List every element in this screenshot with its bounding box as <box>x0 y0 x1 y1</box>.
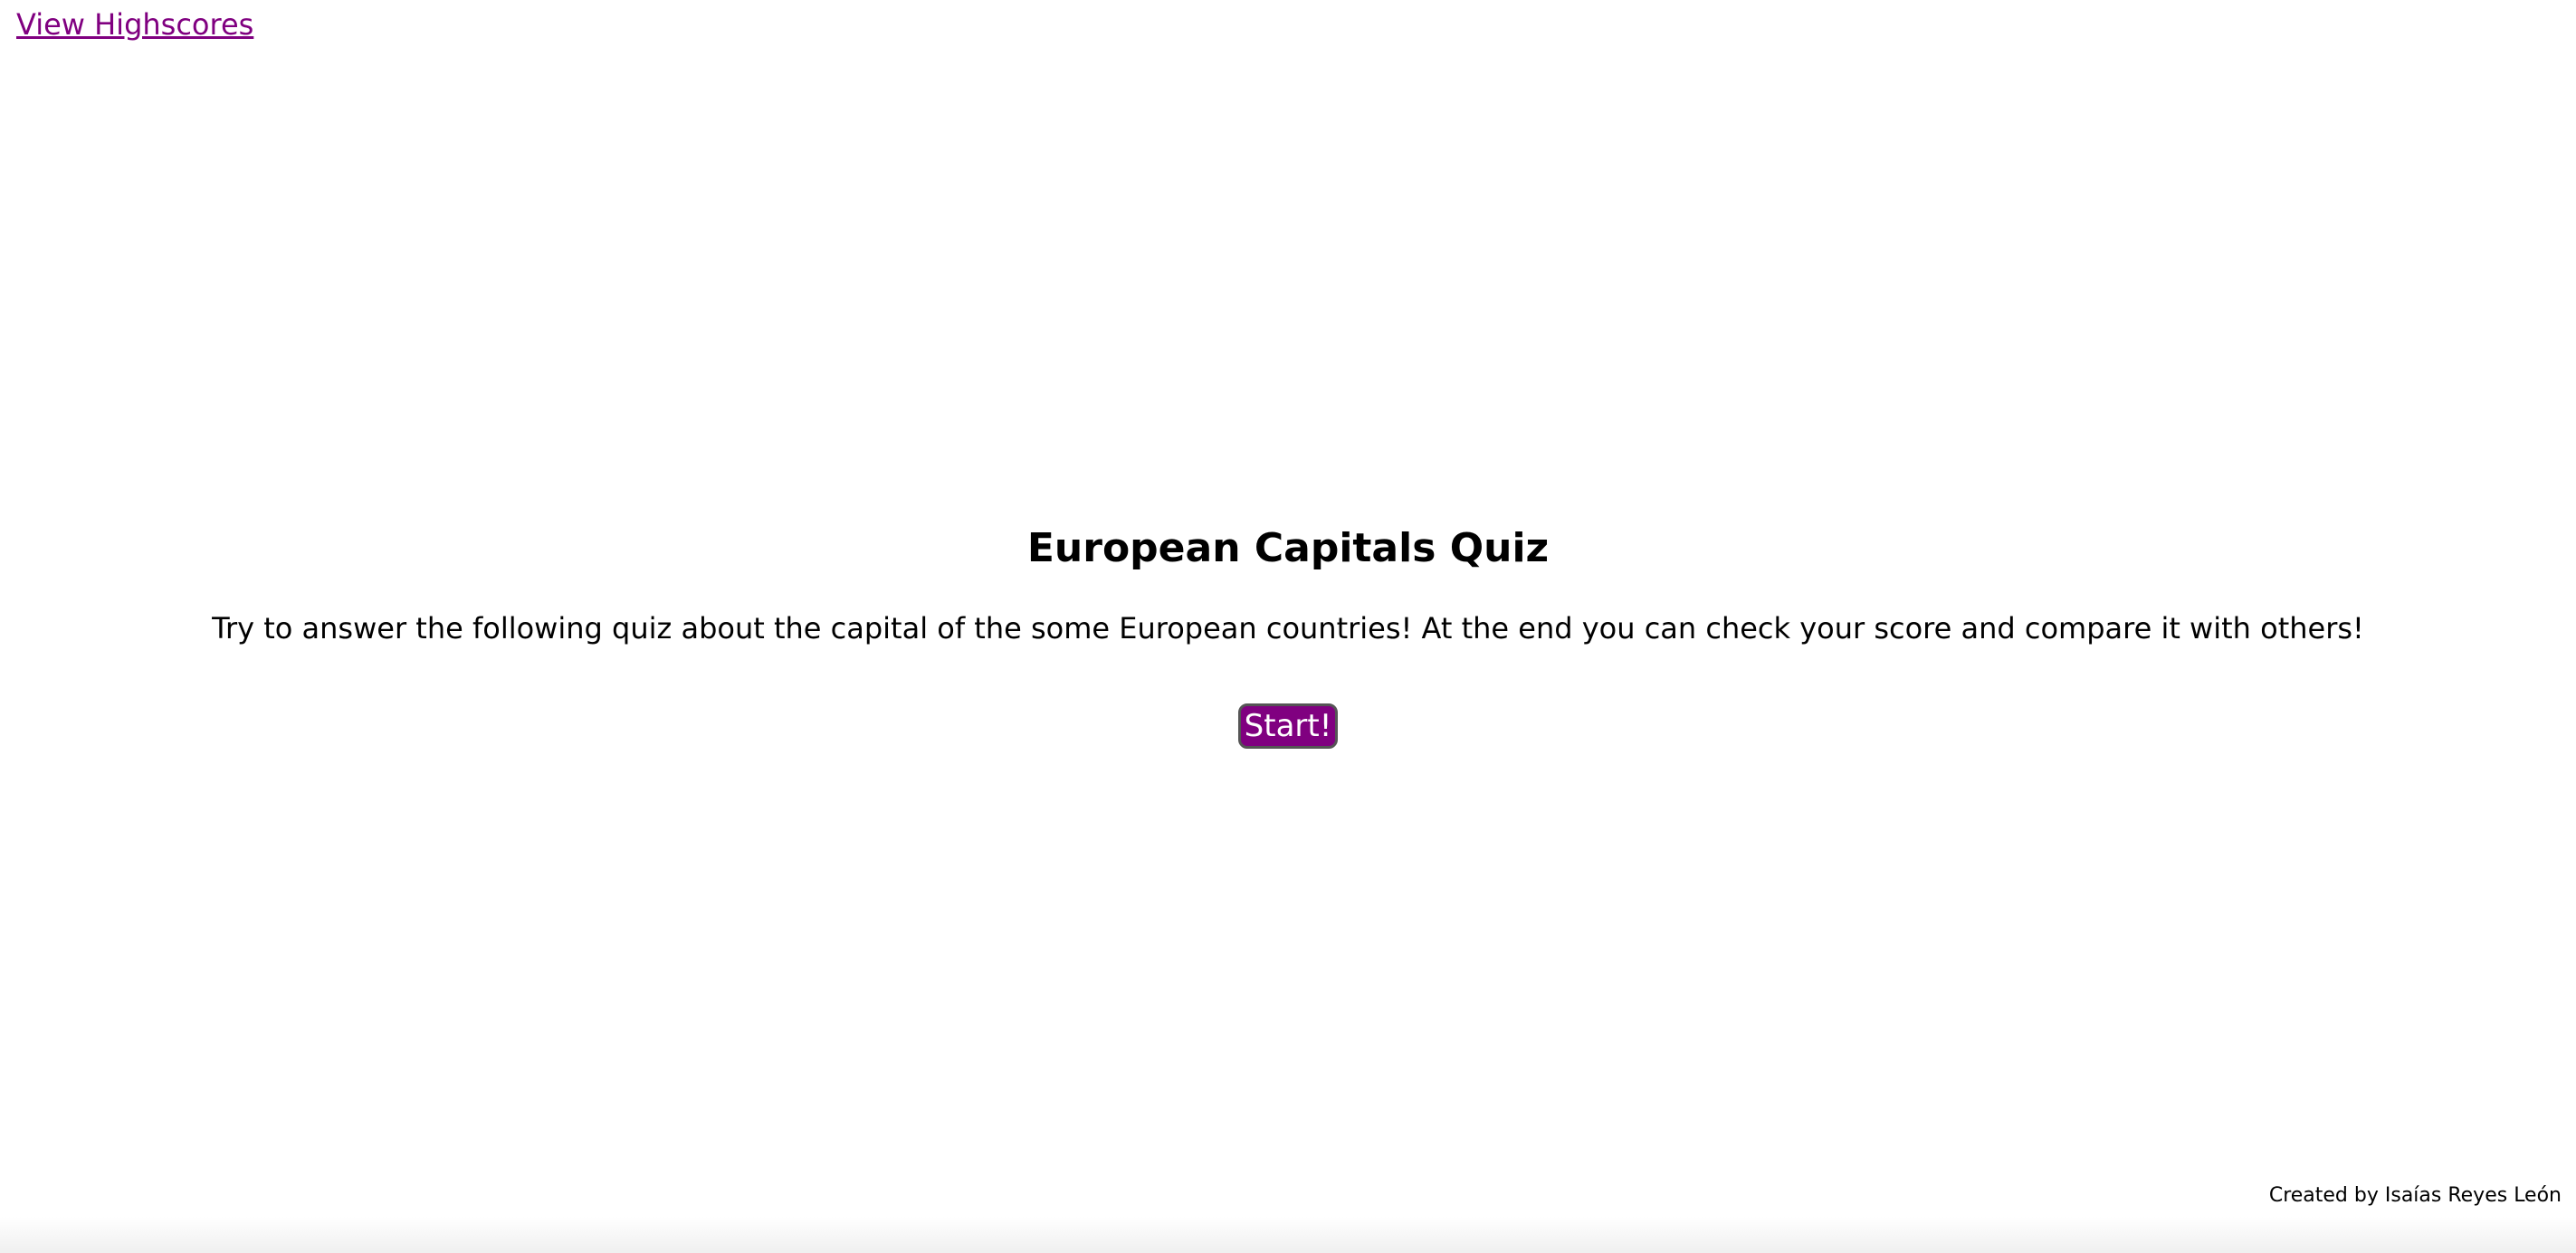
footer-credit: Created by Isaías Reyes León <box>2268 1184 2562 1207</box>
quiz-description: Try to answer the following quiz about t… <box>212 611 2364 646</box>
start-button[interactable]: Start! <box>1237 703 1339 749</box>
bottom-shadow <box>0 1217 2576 1253</box>
quiz-intro-section: European Capitals Quiz Try to answer the… <box>0 521 2576 749</box>
page-title: European Capitals Quiz <box>1026 525 1550 571</box>
view-highscores-link[interactable]: View Highscores <box>16 7 253 42</box>
quiz-start-page: View Highscores European Capitals Quiz T… <box>0 0 2576 1253</box>
